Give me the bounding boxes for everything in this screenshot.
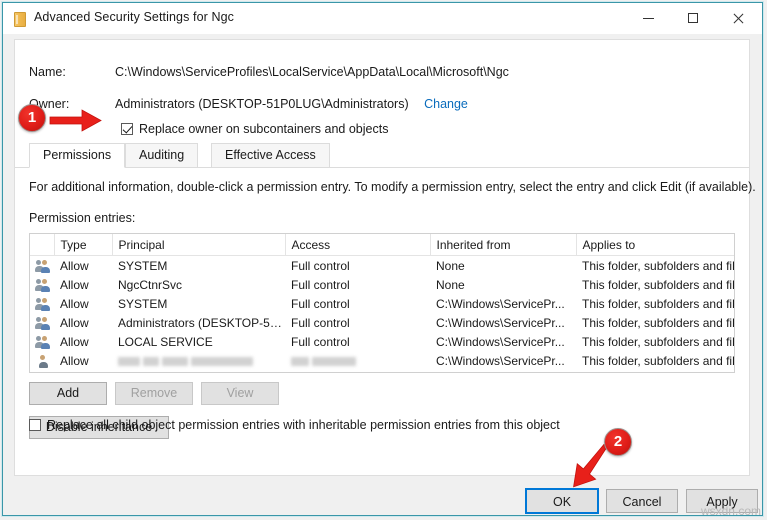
redacted-text [143, 356, 159, 366]
cell-applies-to: This folder, subfolders and files [582, 296, 735, 311]
cell-type: Allow [60, 334, 89, 349]
cell-access: Full control [291, 296, 350, 311]
table-row[interactable]: Allow LOCAL SERVICE Full control C:\Windows… [30, 332, 735, 351]
window-body: Name: C:\Windows\ServiceProfiles\LocalSe… [3, 34, 762, 515]
col-header-principal[interactable]: Principal [112, 234, 286, 256]
folder-icon [13, 11, 26, 27]
replace-child-label: Replace all child object permission entr… [47, 418, 560, 432]
redacted-text [291, 356, 309, 366]
group-icon [35, 316, 52, 330]
col-header-applies-to[interactable]: Applies to [576, 234, 734, 256]
screenshot-root: Advanced Security Settings for Ngc Name:… [0, 0, 767, 520]
table-row[interactable]: Allow SYSTEM Full control C:\Windows\Servic… [30, 294, 735, 313]
cell-inherited-from: C:\Windows\ServicePr... [436, 296, 565, 311]
remove-button: Remove [115, 382, 193, 405]
permission-entries-table[interactable]: Type Principal Access Inherited from App… [29, 233, 735, 373]
cell-access: Full control [291, 277, 350, 292]
tab-permissions[interactable]: Permissions [29, 143, 126, 168]
cell-inherited-from: None [436, 277, 465, 292]
cell-access: Full control [291, 258, 350, 273]
cell-access: Full control [291, 315, 350, 330]
cell-inherited-from: None [436, 258, 465, 273]
cell-principal: SYSTEM [118, 296, 168, 311]
col-header-type[interactable]: Type [54, 234, 113, 256]
replace-owner-checkbox[interactable]: Replace owner on subcontainers and objec… [121, 122, 388, 136]
watermark: wsxdn.com [700, 504, 761, 518]
table-header-row: Type Principal Access Inherited from App… [30, 234, 734, 256]
table-row[interactable]: Allow SYSTEM Full control None This folder, … [30, 256, 735, 276]
cell-applies-to: This folder, subfolders and files [582, 334, 735, 349]
replace-owner-label: Replace owner on subcontainers and objec… [139, 122, 389, 136]
col-header-icon[interactable] [30, 234, 55, 256]
maximize-icon [688, 13, 698, 23]
table-row[interactable]: Allow C:\Windows\ServicePr... This folder,… [30, 351, 735, 370]
cell-applies-to: This folder, subfolders and files [582, 258, 735, 273]
cell-principal: SYSTEM [118, 258, 168, 273]
tab-strip: Permissions Auditing Effective Access [15, 143, 749, 168]
tab-effective-access[interactable]: Effective Access [211, 143, 330, 168]
redacted-text [191, 356, 253, 366]
cell-inherited-from: C:\Windows\ServicePr... [436, 353, 565, 368]
name-label: Name: [29, 65, 66, 79]
owner-value: Administrators (DESKTOP-51P0LUG\Administ… [115, 97, 409, 111]
view-button: View [201, 382, 279, 405]
window-controls [627, 3, 762, 34]
info-text: For additional information, double-click… [29, 180, 756, 194]
annotation-badge-2: 2 [604, 428, 632, 456]
tab-auditing[interactable]: Auditing [125, 143, 199, 168]
table-body: Allow SYSTEM Full control None This folder, … [30, 256, 735, 371]
settings-panel: Name: C:\Windows\ServiceProfiles\LocalSe… [14, 39, 756, 476]
name-value: C:\Windows\ServiceProfiles\LocalService\… [115, 65, 509, 79]
cell-principal [112, 351, 285, 370]
cell-type: Allow [60, 258, 89, 273]
ok-button[interactable]: OK [526, 489, 598, 513]
cell-principal: Administrators (DESKTOP-51P... [118, 315, 285, 330]
cell-applies-to: This folder, subfolders and files [582, 353, 735, 368]
close-button[interactable] [717, 3, 762, 34]
cell-access: Full control [291, 334, 350, 349]
cell-type: Allow [60, 353, 89, 368]
cell-type: Allow [60, 296, 89, 311]
advanced-security-settings-window: Advanced Security Settings for Ngc Name:… [2, 2, 763, 516]
cell-principal: LOCAL SERVICE [118, 334, 213, 349]
maximize-button[interactable] [672, 3, 717, 34]
add-button[interactable]: Add [29, 382, 107, 405]
permission-entries-label: Permission entries: [29, 211, 136, 225]
group-icon [35, 278, 52, 292]
cancel-button[interactable]: Cancel [606, 489, 678, 513]
redacted-text [312, 356, 356, 366]
cell-principal: NgcCtnrSvc [118, 277, 183, 292]
group-icon [35, 335, 52, 349]
col-header-access[interactable]: Access [285, 234, 431, 256]
checkbox-icon-unchecked[interactable] [29, 419, 41, 431]
cell-access [285, 351, 430, 370]
table-row[interactable]: Allow NgcCtnrSvc Full control None This fold… [30, 275, 735, 294]
owner-value-group: Administrators (DESKTOP-51P0LUG\Administ… [115, 97, 468, 111]
change-owner-link[interactable]: Change [424, 97, 468, 111]
annotation-badge-1: 1 [18, 104, 46, 132]
group-icon [35, 259, 52, 273]
cell-type: Allow [60, 315, 89, 330]
minimize-icon [643, 18, 654, 19]
cell-applies-to: This folder, subfolders and files [582, 277, 735, 292]
cell-inherited-from: C:\Windows\ServicePr... [436, 334, 565, 349]
close-icon [732, 13, 744, 25]
user-icon [36, 354, 52, 368]
cell-inherited-from: C:\Windows\ServicePr... [436, 315, 565, 330]
table-row[interactable]: Allow Administrators (DESKTOP-51P... Full … [30, 313, 735, 332]
checkbox-icon-checked[interactable] [121, 123, 133, 135]
window-title: Advanced Security Settings for Ngc [34, 10, 235, 24]
cell-type: Allow [60, 277, 89, 292]
replace-child-permissions-checkbox[interactable]: Replace all child object permission entr… [29, 418, 560, 432]
col-header-inherited-from[interactable]: Inherited from [430, 234, 577, 256]
group-icon [35, 297, 52, 311]
cell-applies-to: This folder, subfolders and files [582, 315, 735, 330]
redacted-text [118, 356, 140, 366]
title-bar: Advanced Security Settings for Ngc [3, 3, 762, 35]
minimize-button[interactable] [627, 3, 672, 34]
redacted-text [162, 356, 188, 366]
